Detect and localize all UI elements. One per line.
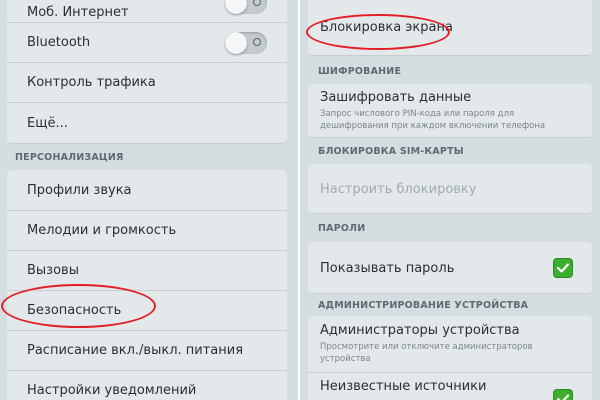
settings-list-right: Блокировка экрана ШИФРОВАНИЕ Зашифровать…	[300, 0, 600, 400]
setting-label: Мелодии и громкость	[27, 223, 177, 238]
setting-row-calls[interactable]: Вызовы	[7, 250, 287, 290]
setting-row-security[interactable]: Безопасность	[7, 290, 287, 330]
setting-row-ringtones-volume[interactable]: Мелодии и громкость	[7, 210, 287, 250]
network-card: Моб. Интернет Bluetooth Контроль трафика…	[7, 0, 287, 144]
screen-lock-card: Блокировка экрана	[308, 0, 592, 56]
setting-label: Bluetooth	[27, 35, 91, 50]
unknown-sources-checkbox[interactable]	[553, 389, 573, 400]
setting-row-more[interactable]: Ещё...	[7, 102, 287, 143]
setting-title: Неизвестные источники	[320, 379, 487, 394]
setting-label: Блокировка экрана	[320, 19, 453, 35]
setting-label: Безопасность	[27, 303, 122, 318]
setting-row-bluetooth[interactable]: Bluetooth	[7, 22, 287, 62]
setting-row-notification-settings[interactable]: Настройки уведомлений	[7, 370, 287, 400]
passwords-card: Показывать пароль	[308, 242, 592, 294]
show-password-checkbox[interactable]	[553, 258, 573, 278]
setting-row-sim-lock[interactable]: Настроить блокировку	[308, 164, 592, 213]
setting-row-unknown-sources[interactable]: Неизвестные источники	[308, 372, 592, 400]
toggle-knob	[225, 0, 247, 14]
setting-label: Настроить блокировку	[320, 181, 477, 197]
device-admin-card: Администраторы устройства Просмотрите ил…	[308, 316, 592, 400]
setting-subtitle: дешифрования при каждом включении телефо…	[320, 121, 546, 131]
setting-subtitle: Просмотрите или отключите администраторо…	[320, 342, 533, 352]
setting-row-encrypt-data[interactable]: Зашифровать данные Запрос числового PIN-…	[308, 84, 592, 137]
setting-row-traffic-control[interactable]: Контроль трафика	[7, 62, 287, 102]
setting-label: Настройки уведомлений	[27, 383, 197, 398]
toggle-off-icon	[253, 0, 261, 6]
toggle-knob	[225, 32, 247, 54]
setting-label: Расписание вкл./выкл. питания	[27, 343, 244, 358]
setting-label: Контроль трафика	[27, 75, 156, 90]
section-header-encryption: ШИФРОВАНИЕ	[318, 66, 402, 77]
settings-list-left: Моб. Интернет Bluetooth Контроль трафика…	[0, 0, 298, 400]
section-header-personalization: ПЕРСОНАЛИЗАЦИЯ	[15, 152, 124, 163]
setting-subtitle: Запрос числового PIN-кода или пароля для	[320, 109, 515, 119]
setting-subtitle: устройства	[320, 354, 371, 364]
section-header-device-administration: АДМИНИСТРИРОВАНИЕ УСТРОЙСТВА	[318, 300, 529, 311]
setting-label: Вызовы	[27, 263, 79, 278]
toggle-off-icon	[253, 38, 261, 46]
setting-label: Моб. Интернет	[27, 4, 129, 20]
setting-title: Администраторы устройства	[320, 323, 520, 338]
setting-label: Показывать пароль	[320, 260, 455, 276]
checkmark-icon	[557, 263, 569, 273]
encryption-card: Зашифровать данные Запрос числового PIN-…	[308, 84, 592, 138]
setting-label: Ещё...	[27, 116, 68, 131]
mobile-internet-toggle[interactable]	[225, 0, 267, 14]
setting-label: Профили звука	[27, 182, 132, 198]
sim-lock-card: Настроить блокировку	[308, 164, 592, 214]
section-header-sim-lock: БЛОКИРОВКА SIM-КАРТЫ	[318, 146, 464, 157]
bluetooth-toggle[interactable]	[225, 32, 267, 54]
setting-row-show-password[interactable]: Показывать пароль	[308, 242, 592, 293]
setting-title: Зашифровать данные	[320, 90, 472, 105]
setting-row-device-admins[interactable]: Администраторы устройства Просмотрите ил…	[308, 316, 592, 372]
checkmark-icon	[557, 394, 569, 400]
section-header-passwords: ПАРОЛИ	[318, 223, 366, 234]
setting-row-sound-profiles[interactable]: Профили звука	[7, 170, 287, 210]
personalization-card: Профили звука Мелодии и громкость Вызовы…	[7, 170, 287, 400]
setting-row-screen-lock[interactable]: Блокировка экрана	[308, 12, 592, 42]
setting-row-mobile-internet[interactable]: Моб. Интернет	[7, 0, 287, 22]
setting-row-power-schedule[interactable]: Расписание вкл./выкл. питания	[7, 330, 287, 370]
